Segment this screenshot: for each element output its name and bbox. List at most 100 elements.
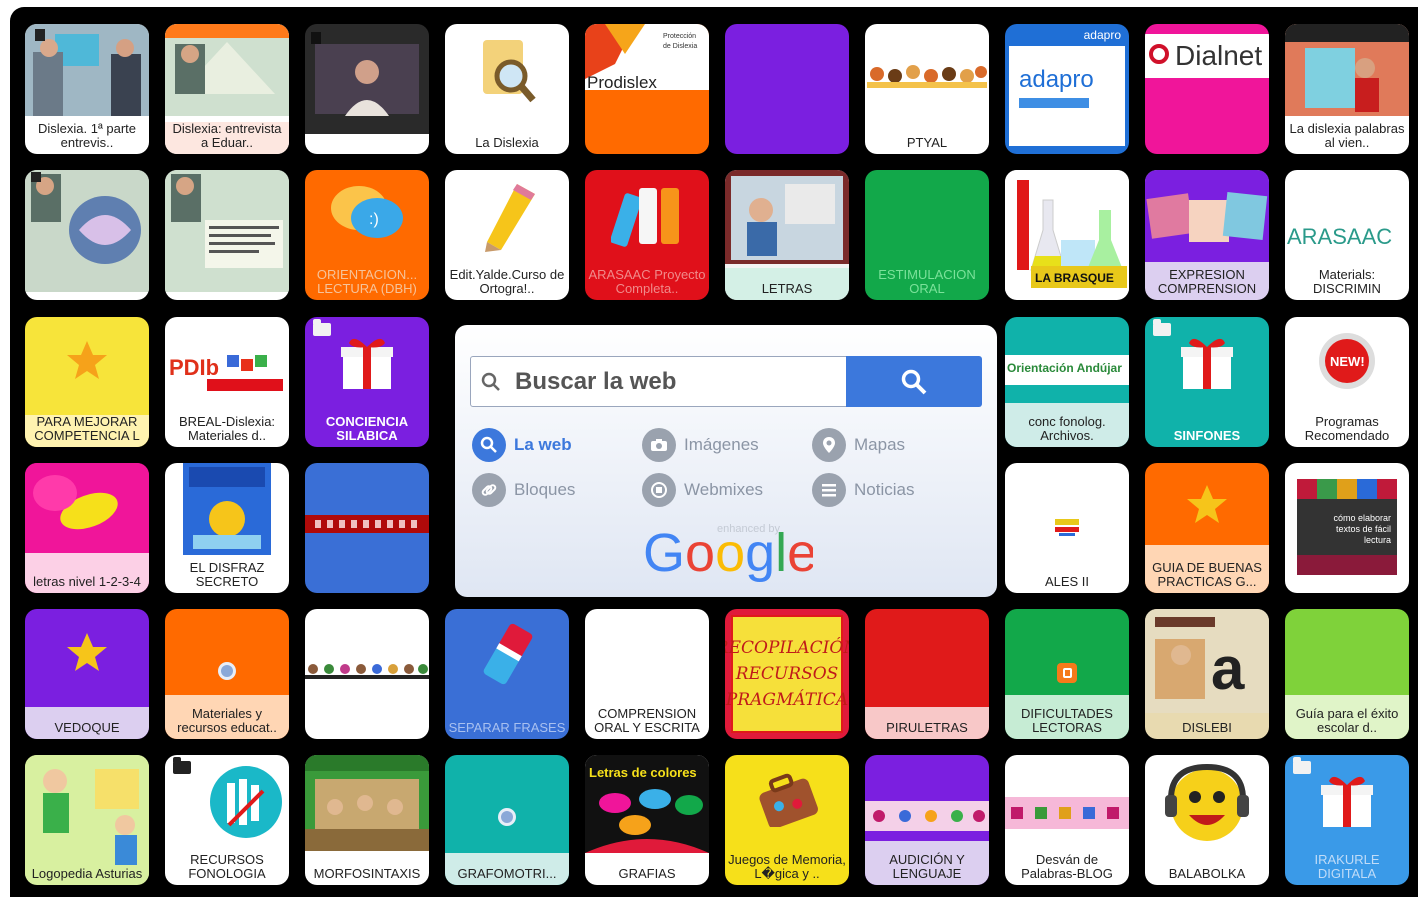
game-scene-icon <box>305 755 429 851</box>
tile-dislexia-palabras[interactable]: La dislexia palabras al vien.. <box>1285 24 1409 154</box>
tile-comprension-oral[interactable]: COMPRENSION ORAL Y ESCRITA <box>585 609 709 739</box>
book-cover-icon <box>183 463 271 555</box>
folder-icon <box>313 319 331 336</box>
tile-textos-facil-lectura[interactable]: cómo elaborar textos de fácil lectura <box>1285 463 1409 593</box>
tile-arasaac-proyecto[interactable]: ARASAAC Proyecto Completa.. <box>585 170 709 300</box>
tile-materiales-recursos[interactable]: Materiales y recursos educat.. <box>165 609 289 739</box>
tile-label: ALES II <box>1044 574 1090 589</box>
tile-label: RECURSOS FONOLOGIA <box>188 852 266 881</box>
tile-dislebi[interactable]: a DISLEBI <box>1145 609 1269 739</box>
search-option-blocks[interactable]: Bloques <box>472 472 575 508</box>
tile-letras[interactable]: LETRAS <box>725 170 849 300</box>
tile-arasaac-materials[interactable]: ARASAAC Materials: DISCRIMIN <box>1285 170 1409 300</box>
tile-la-brasque[interactable]: LA BRASQUE <box>1005 170 1129 300</box>
tile-desvan-palabras[interactable]: Desván de Palabras-BLOG <box>1005 755 1129 885</box>
banner-strip-icon <box>865 801 989 831</box>
tile-dislexia-entrevista-1[interactable]: Dislexia. 1ª parte entrevis.. <box>25 24 149 154</box>
ales-logo-icon <box>1055 519 1079 536</box>
tile-audicion-lenguaje[interactable]: AUDICIÓN Y LENGUAJE <box>865 755 989 885</box>
tile-programas-recomendado[interactable]: NEW! Programas Recomendado <box>1285 317 1409 447</box>
tile-label: MORFOSINTAXIS <box>313 866 421 881</box>
tile-label: AUDICIÓN Y LENGUAJE <box>889 852 965 881</box>
arasaac-brand: ARASAAC <box>1287 224 1393 249</box>
video-thumbnail-icon <box>165 24 289 116</box>
tile-guia-buenas-practicas[interactable]: GUIA DE BUENAS PRACTICAS G... <box>1145 463 1269 593</box>
tile-estimulacion-oral[interactable]: ESTIMULACION ORAL <box>865 170 989 300</box>
tile-label: conc fonolog. Archivos. <box>1028 414 1106 443</box>
video-thumbnail-icon <box>1285 24 1409 116</box>
binders-icon <box>611 188 679 247</box>
children-banner-icon <box>867 65 987 88</box>
orientacion-andujar-logo: Orientación Andújar <box>1005 355 1129 385</box>
tile-video-interview[interactable] <box>305 24 429 154</box>
tile-balabolka[interactable]: BALABOLKA <box>1145 755 1269 885</box>
search-button[interactable] <box>846 356 982 407</box>
tile-letras-nivel[interactable]: letras nivel 1-2-3-4 <box>25 463 149 593</box>
link-icon <box>472 473 506 507</box>
search-option-images[interactable]: Imágenes <box>642 427 759 463</box>
tile-brain-video[interactable] <box>25 170 149 300</box>
tile-purple-blank[interactable] <box>725 24 849 154</box>
gift-icon <box>1321 776 1373 827</box>
search-option-label: Noticias <box>854 480 915 499</box>
webmix-icon <box>642 473 676 507</box>
tile-label: ARASAAC Proyecto Completa.. <box>588 267 706 296</box>
search-option-news[interactable]: Noticias <box>812 472 914 508</box>
tile-edit-yalde[interactable]: Edit.Yalde.Curso de Ortogra!.. <box>445 170 569 300</box>
tile-conciencia-silabica[interactable]: CONCIENCIA SILABICA <box>305 317 429 447</box>
tile-label: PIRULETRAS <box>886 720 968 735</box>
tile-label: SINFONES <box>1173 428 1241 443</box>
tile-label: ORIENTACION... LECTURA (DBH) <box>316 267 418 296</box>
tile-breal-dislexia[interactable]: PDIb BREAL-Dislexia: Materiales d.. <box>165 317 289 447</box>
tile-label: BREAL-Dislexia: Materiales d.. <box>178 414 276 443</box>
tile-orientacion-lectura[interactable]: :) ORIENTACION... LECTURA (DBH) <box>305 170 429 300</box>
tile-dialnet[interactable]: Dialnet <box>1145 24 1269 154</box>
search-icon <box>901 369 927 395</box>
tile-grafias[interactable]: Letras de colores GRAFIAS <box>585 755 709 885</box>
tile-label <box>168 256 286 296</box>
tile-irakurle-digitala[interactable]: IRAKURLE DIGITALA <box>1285 755 1409 885</box>
tile-label: La dislexia palabras al vien.. <box>1289 121 1405 150</box>
tile-children-strip[interactable] <box>305 609 429 739</box>
search-option-webmixes[interactable]: Webmixes <box>642 472 763 508</box>
balabolka-smiley-icon <box>1165 763 1249 841</box>
globe-icon <box>218 662 236 680</box>
tile-adapro[interactable]: adapro adapro <box>1005 24 1129 154</box>
tile-logopedia-asturias[interactable]: Logopedia Asturias <box>25 755 149 885</box>
tile-morfosintaxis[interactable]: MORFOSINTAXIS <box>305 755 429 885</box>
folder-icon <box>1293 757 1311 774</box>
tile-recursos-fonologia[interactable]: RECURSOS FONOLOGIA <box>165 755 289 885</box>
tile-text-slide-video[interactable] <box>165 170 289 300</box>
tile-ptyal[interactable]: PTYAL <box>865 24 989 154</box>
tile-dificultades-lectoras[interactable]: DIFICULTADES LECTORAS <box>1005 609 1129 739</box>
tile-blue-banner[interactable] <box>305 463 429 593</box>
tile-separar-frases[interactable]: SEPARAR FRASES <box>445 609 569 739</box>
tile-conc-fonolog[interactable]: Orientación Andújar conc fonolog. Archiv… <box>1005 317 1129 447</box>
tile-la-dislexia[interactable]: La Dislexia <box>445 24 569 154</box>
tile-para-mejorar[interactable]: PARA MEJORAR COMPETENCIA L <box>25 317 149 447</box>
search-option-label: Imágenes <box>684 435 759 454</box>
tile-el-disfraz-secreto[interactable]: EL DISFRAZ SECRETO <box>165 463 289 593</box>
tile-guia-exito-escolar[interactable]: Guía para el éxito escolar d.. <box>1285 609 1409 739</box>
tile-label <box>588 110 706 150</box>
tile-label: Programas Recomendado <box>1304 414 1390 443</box>
tile-expresion-comprension[interactable]: EXPRESION COMPRENSION <box>1145 170 1269 300</box>
search-option-maps[interactable]: Mapas <box>812 427 905 463</box>
tile-piruletras[interactable]: PIRULETRAS <box>865 609 989 739</box>
svg-text:PDIb: PDIb <box>169 355 219 380</box>
tile-vedoque[interactable]: VEDOQUE <box>25 609 149 739</box>
svg-text:de Dislexia: de Dislexia <box>663 43 697 50</box>
tile-ales-ii[interactable]: ALES II <box>1005 463 1129 593</box>
tile-prodislex[interactable]: Prodislex Protección de Dislexia <box>585 24 709 154</box>
tile-label <box>1288 549 1406 589</box>
tile-recopilacion-pragmatica[interactable]: RECOPILACIÓN RECURSOS PRAGMÁTICA <box>725 609 849 739</box>
tile-label: ESTIMULACION ORAL <box>878 267 976 296</box>
search-input[interactable] <box>513 366 837 398</box>
search-option-web[interactable]: La web <box>472 427 572 463</box>
tile-label: Edit.Yalde.Curso de Ortogra!.. <box>449 267 565 296</box>
tile-sinfones[interactable]: SINFONES <box>1145 317 1269 447</box>
tile-juegos-memoria[interactable]: Juegos de Memoria, L�gica y .. <box>725 755 849 885</box>
tile-grafomotri[interactable]: GRAFOMOTRI... <box>445 755 569 885</box>
tile-label: GRAFIAS <box>618 866 676 881</box>
tile-dislexia-entrevista-eduar[interactable]: Dislexia: entrevista a Eduar.. <box>165 24 289 154</box>
